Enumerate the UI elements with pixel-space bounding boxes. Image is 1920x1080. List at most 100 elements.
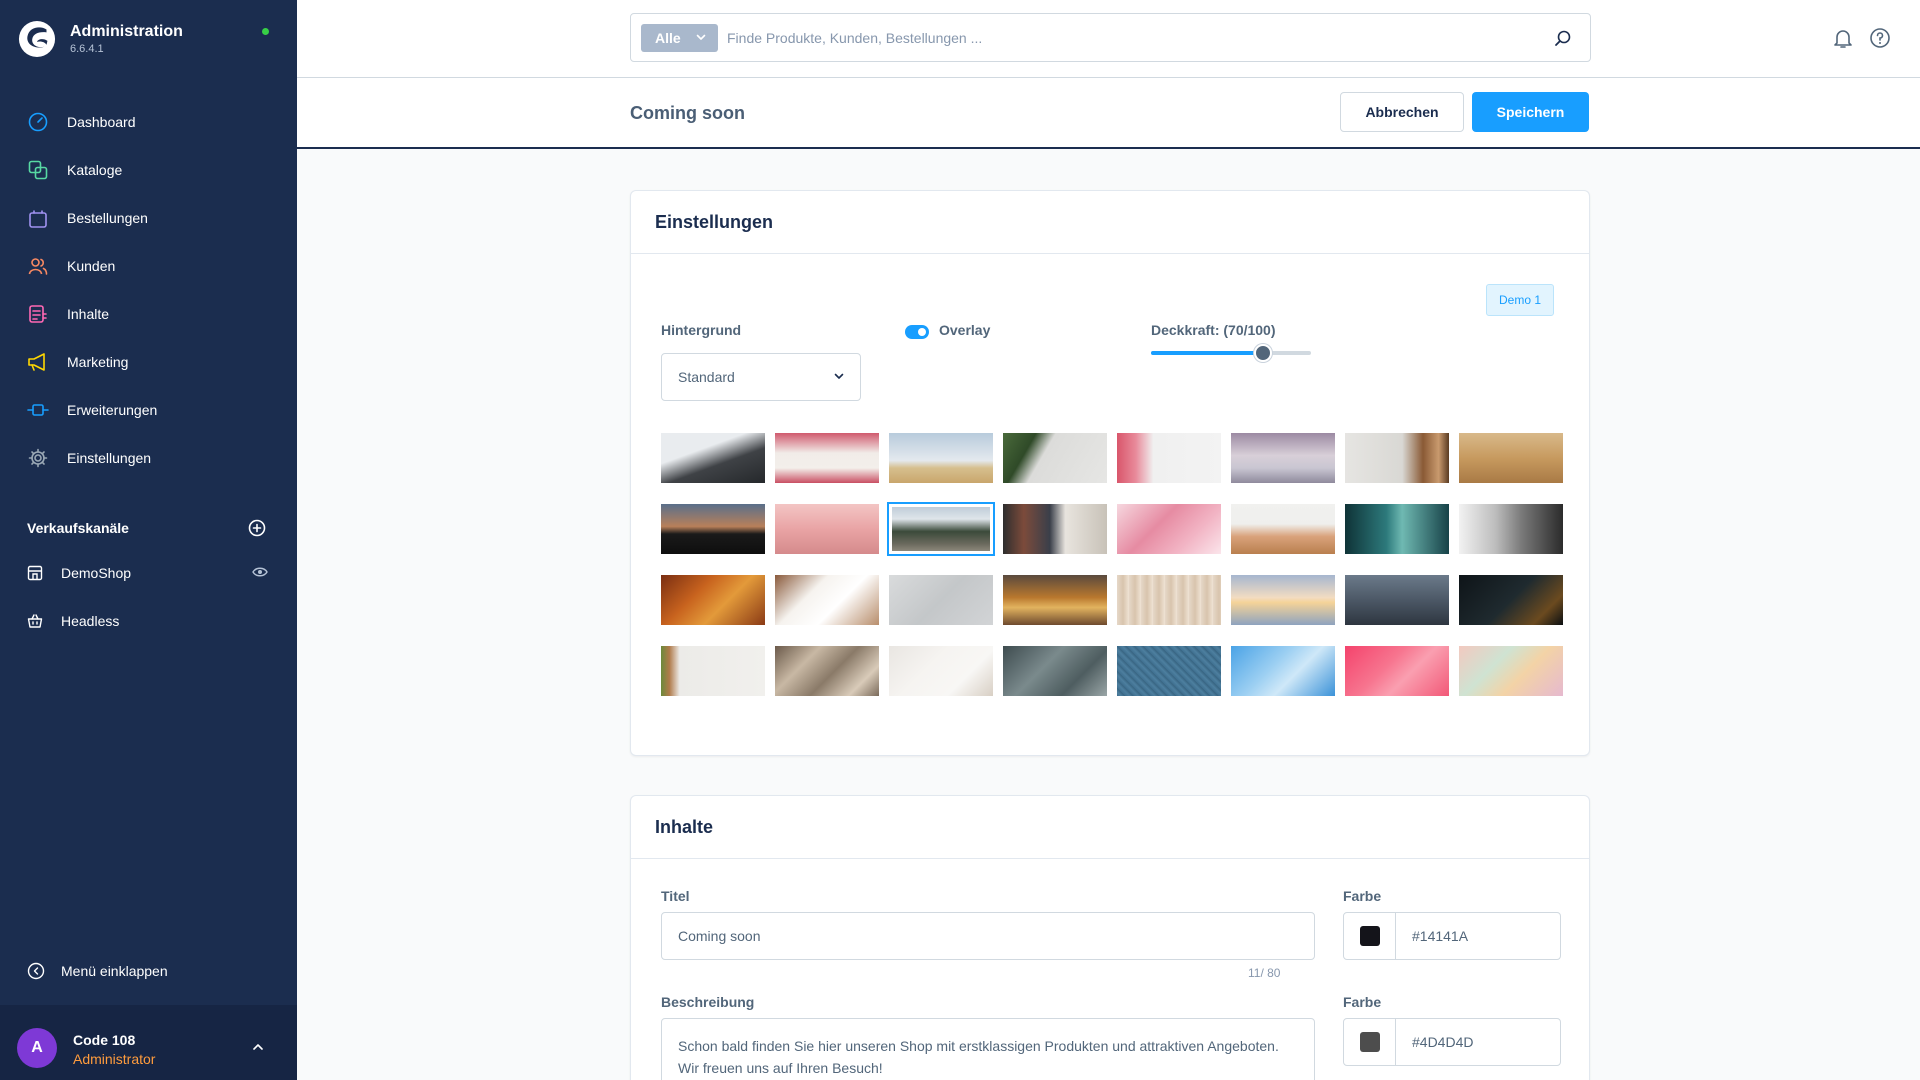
sidebar-item-label: Kataloge xyxy=(67,162,123,178)
sidebar-item-customers[interactable]: Kunden xyxy=(0,242,297,290)
description-color-value: #4D4D4D xyxy=(1412,1034,1474,1050)
background-thumbnail-pastel-watercolor[interactable] xyxy=(1459,646,1563,696)
background-thumbnail-blue-denim[interactable] xyxy=(1117,646,1221,696)
sidebar-item-orders[interactable]: Bestellungen xyxy=(0,194,297,242)
background-select-value: Standard xyxy=(678,369,735,385)
main-nav: Dashboard Kataloge Bestellungen Kunden I… xyxy=(0,98,297,482)
background-thumbnail-pink-smoke[interactable] xyxy=(1345,646,1449,696)
color-swatch-button[interactable] xyxy=(1344,913,1396,959)
brand: Administration 6.6.4.1 xyxy=(18,20,183,58)
sidebar-item-label: Dashboard xyxy=(67,114,136,130)
description-label: Beschreibung xyxy=(661,994,755,1010)
sales-channel-label: DemoShop xyxy=(61,565,132,581)
background-thumbnail-pink-flower-corner[interactable] xyxy=(1117,433,1221,483)
overlay-toggle[interactable] xyxy=(905,325,929,339)
card-title: Einstellungen xyxy=(655,211,774,232)
background-thumbnail-plant-grey[interactable] xyxy=(1003,433,1107,483)
background-thumbnail-foggy-forest[interactable] xyxy=(1345,575,1449,625)
card-header: Einstellungen xyxy=(631,191,1589,254)
background-thumbnail-clothing-rack[interactable] xyxy=(1003,504,1107,554)
demo-badge-button[interactable]: Demo 1 xyxy=(1486,284,1554,316)
card-header: Inhalte xyxy=(631,796,1589,859)
sidebar-item-catalog[interactable]: Kataloge xyxy=(0,146,297,194)
background-thumbnail-frosted-leaves[interactable] xyxy=(1003,646,1107,696)
background-thumbnail-fairy-lights[interactable] xyxy=(1459,575,1563,625)
chevron-left-circle-icon xyxy=(27,962,45,980)
collapse-menu-button[interactable]: Menü einklappen xyxy=(27,962,168,980)
content-card: Inhalte Titel 11/ 80 Farbe #14141A Besch… xyxy=(630,795,1590,1080)
add-sales-channel-icon[interactable] xyxy=(248,519,266,537)
slider-fill xyxy=(1151,351,1263,355)
chevron-up-icon xyxy=(253,1044,263,1050)
background-thumbnail-field-sky[interactable] xyxy=(889,433,993,483)
background-thumbnail-palm-shadow[interactable] xyxy=(775,646,879,696)
help-icon[interactable] xyxy=(1869,27,1891,49)
background-thumbnail-dried-flowers-white[interactable] xyxy=(889,646,993,696)
chevron-down-icon xyxy=(696,34,706,40)
slider-thumb[interactable] xyxy=(1254,344,1272,362)
background-thumbnail-flowers-frame[interactable] xyxy=(775,433,879,483)
sales-channel-demoshop[interactable]: DemoShop xyxy=(27,561,272,585)
background-thumbnail-pink-hills[interactable] xyxy=(775,504,879,554)
background-thumbnail-poppy-field[interactable] xyxy=(1231,504,1335,554)
card-title: Inhalte xyxy=(655,816,714,837)
user-name: Code 108 xyxy=(73,1032,136,1048)
search-input[interactable] xyxy=(727,24,1527,52)
opacity-slider[interactable] xyxy=(1151,344,1311,362)
title-input[interactable] xyxy=(661,912,1315,960)
bell-icon[interactable] xyxy=(1832,27,1854,49)
background-thumbnail-cactus-wall[interactable] xyxy=(661,646,765,696)
background-thumbnail-autumn-bokeh[interactable] xyxy=(1003,575,1107,625)
sidebar-item-label: Marketing xyxy=(67,354,129,370)
sidebar-item-content[interactable]: Inhalte xyxy=(0,290,297,338)
avatar: A xyxy=(17,1028,57,1068)
search-icon[interactable] xyxy=(1554,29,1572,47)
sidebar-item-marketing[interactable]: Marketing xyxy=(0,338,297,386)
background-thumbnail-concrete-grey[interactable] xyxy=(889,575,993,625)
user-role: Administrator xyxy=(73,1051,156,1067)
background-thumbnail-wheat[interactable] xyxy=(1459,433,1563,483)
customers-icon xyxy=(27,255,49,277)
app-title: Administration xyxy=(70,23,183,40)
top-bar: Alle xyxy=(297,0,1920,78)
sidebar-item-settings[interactable]: Einstellungen xyxy=(0,434,297,482)
title-color-label: Farbe xyxy=(1343,888,1382,904)
sidebar-item-label: Bestellungen xyxy=(67,210,148,226)
background-thumbnail-pink-lily[interactable] xyxy=(1117,504,1221,554)
search-type-select[interactable]: Alle xyxy=(641,24,718,52)
background-thumbnail-gift-boxes[interactable] xyxy=(775,575,879,625)
background-thumbnail-flamingo-lake[interactable] xyxy=(1231,433,1335,483)
background-thumbnail-beach-sunset[interactable] xyxy=(1231,575,1335,625)
smart-bar: Coming soon Abbrechen Speichern xyxy=(297,78,1920,149)
background-label: Hintergrund xyxy=(661,322,742,338)
eye-icon[interactable] xyxy=(252,566,268,578)
sidebar-item-label: Kunden xyxy=(67,258,116,274)
app-version: 6.6.4.1 xyxy=(70,43,104,55)
description-color-field[interactable]: #4D4D4D xyxy=(1343,1018,1561,1066)
sidebar-item-label: Einstellungen xyxy=(67,450,152,466)
color-swatch-button[interactable] xyxy=(1344,1019,1396,1065)
background-thumbnail-white-fabric[interactable] xyxy=(1459,504,1563,554)
sidebar-item-extensions[interactable]: Erweiterungen xyxy=(0,386,297,434)
background-thumbnail-autumn-leaves[interactable] xyxy=(661,575,765,625)
search-type-label: Alle xyxy=(655,30,681,46)
background-thumbnail-sunset-mountain[interactable] xyxy=(661,504,765,554)
sidebar-item-dashboard[interactable]: Dashboard xyxy=(0,98,297,146)
background-thumbnail-teal-forest[interactable] xyxy=(1345,504,1449,554)
background-thumbnail-woman-fog[interactable] xyxy=(1345,433,1449,483)
cancel-button[interactable]: Abbrechen xyxy=(1340,92,1464,132)
background-select[interactable]: Standard xyxy=(661,353,861,401)
background-thumbnail-misty-mountain[interactable] xyxy=(661,433,765,483)
title-color-field[interactable]: #14141A xyxy=(1343,912,1561,960)
overlay-label: Overlay xyxy=(939,322,991,338)
toggle-knob xyxy=(918,328,926,336)
user-menu[interactable]: A Code 108 Administrator xyxy=(0,1005,297,1080)
content-icon xyxy=(27,303,49,325)
sales-channel-headless[interactable]: Headless xyxy=(27,609,272,633)
orders-bag-icon xyxy=(27,207,49,229)
background-thumbnail-beige-curtains[interactable] xyxy=(1117,575,1221,625)
description-textarea[interactable]: Schon bald finden Sie hier unseren Shop … xyxy=(661,1018,1315,1080)
background-thumbnail-alpine-forest[interactable] xyxy=(887,502,995,556)
save-button[interactable]: Speichern xyxy=(1472,92,1589,132)
background-thumbnail-blue-sky-clouds[interactable] xyxy=(1231,646,1335,696)
